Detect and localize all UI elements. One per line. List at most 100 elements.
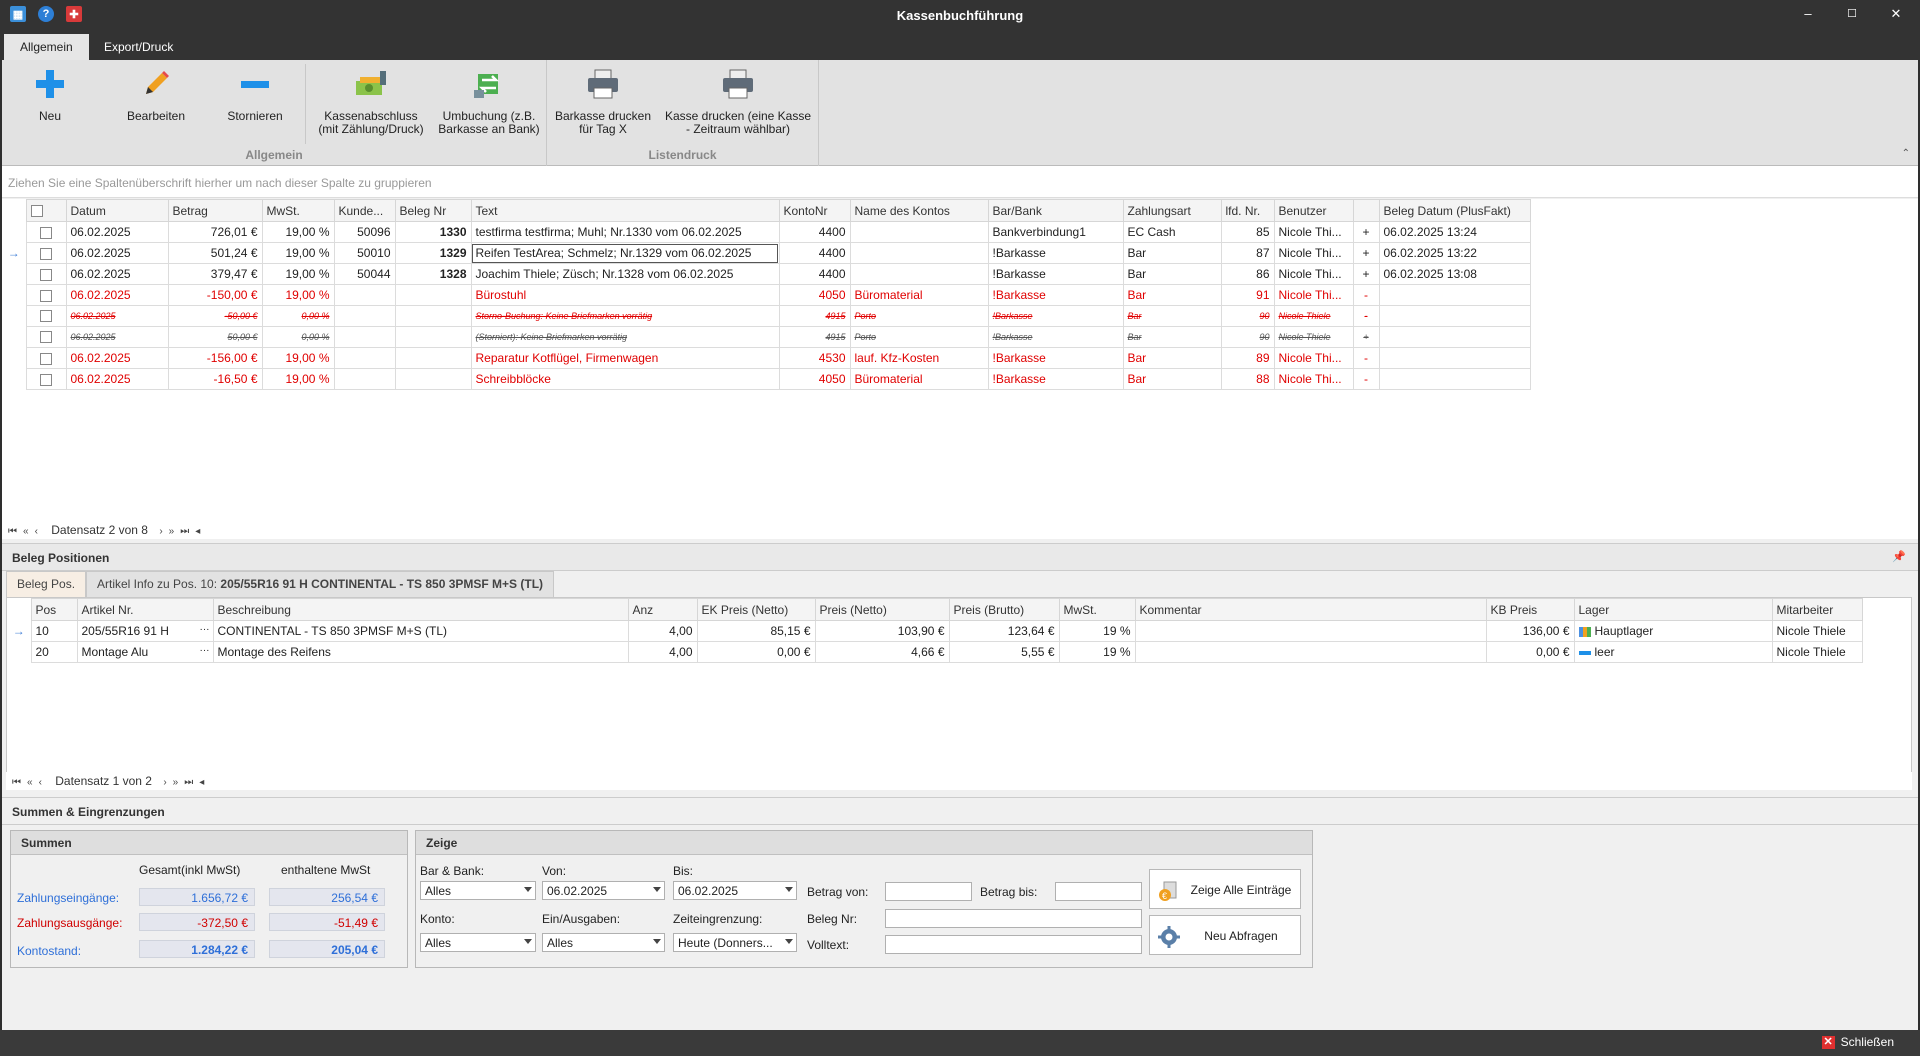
betrag-bis-input[interactable] — [1055, 882, 1142, 901]
table-cell[interactable]: Bar — [1122, 305, 1222, 327]
table-cell[interactable] — [394, 368, 472, 390]
volltext-input[interactable] — [885, 935, 1142, 954]
col-beschreibung[interactable]: Beschreibung — [212, 598, 629, 621]
table-cell[interactable]: EC Cash — [1122, 221, 1222, 243]
table-cell[interactable]: 85,15 € — [696, 620, 816, 642]
table-cell[interactable] — [394, 305, 472, 327]
table-cell[interactable] — [1378, 326, 1531, 348]
table-cell[interactable]: 88 — [1220, 368, 1275, 390]
neu-button[interactable]: Neu — [20, 66, 80, 123]
table-cell[interactable]: 4,00 — [627, 620, 698, 642]
table-cell[interactable]: 1330 — [394, 221, 472, 243]
neu-abfragen-button[interactable]: Neu Abfragen — [1149, 915, 1301, 955]
table-cell[interactable]: + — [1352, 263, 1380, 285]
col-kunde[interactable]: Kunde... — [333, 199, 396, 222]
ellipsis-button[interactable]: ··· — [200, 624, 210, 635]
table-cell[interactable]: 4050 — [778, 368, 851, 390]
table-cell[interactable]: 0,00 € — [696, 641, 816, 663]
tab-export-druck[interactable]: Export/Druck — [88, 34, 189, 60]
table-cell[interactable]: 0,00 % — [261, 305, 335, 327]
table-cell[interactable]: - — [1352, 347, 1380, 369]
table-cell[interactable]: 06.02.2025 13:22 — [1378, 242, 1531, 264]
table-cell[interactable]: 19,00 % — [261, 284, 335, 306]
table-cell[interactable]: 06.02.2025 — [65, 326, 169, 348]
col-beleg-nr[interactable]: Beleg Nr — [394, 199, 472, 222]
table-row[interactable]: 20 Montage Alu ··· Montage des Reifens 4,00 0… — [7, 641, 1863, 663]
table-cell[interactable]: 4400 — [778, 221, 851, 243]
table-cell[interactable]: Bankverbindung1 — [987, 221, 1124, 243]
umbuchung-button[interactable]: Umbuchung (z.B. Barkasse an Bank) — [434, 66, 544, 136]
table-cell[interactable]: 19 % — [1058, 641, 1136, 663]
row-checkbox[interactable] — [25, 221, 67, 243]
table-cell[interactable]: 205/55R16 91 H ··· — [76, 620, 214, 642]
col-benutzer[interactable]: Benutzer — [1273, 199, 1354, 222]
table-cell[interactable]: !Barkasse — [987, 347, 1124, 369]
table-cell[interactable]: Bar — [1122, 326, 1222, 348]
pos-nav-next-page-icon[interactable]: » — [173, 777, 179, 788]
table-cell[interactable]: Nicole Thiele — [1273, 326, 1354, 348]
table-cell[interactable] — [394, 347, 472, 369]
table-cell[interactable]: Porto — [849, 326, 989, 348]
maximize-button[interactable]: ☐ — [1844, 6, 1860, 22]
table-cell[interactable] — [1378, 305, 1531, 327]
table-cell[interactable] — [394, 326, 472, 348]
group-by-panel[interactable]: Ziehen Sie eine Spaltenüberschrift hierh… — [2, 166, 1918, 198]
table-cell[interactable] — [333, 326, 396, 348]
table-cell[interactable]: -16,50 € — [167, 368, 263, 390]
table-cell[interactable]: 19,00 % — [261, 368, 335, 390]
table-cell[interactable]: 87 — [1220, 242, 1275, 264]
table-cell[interactable]: 123,64 € — [948, 620, 1060, 642]
table-cell[interactable]: 103,90 € — [814, 620, 950, 642]
barkasse-drucken-button[interactable]: Barkasse drucken für Tag X — [551, 66, 655, 136]
table-cell[interactable]: -156,00 € — [167, 347, 263, 369]
col-pos-mwst[interactable]: MwSt. — [1058, 598, 1136, 621]
table-cell[interactable]: Nicole Thiele — [1771, 620, 1863, 642]
table-row[interactable]: 06.02.2025 379,47 €19,00 % 50044 1328 Joachi… — [2, 263, 1531, 285]
table-cell[interactable] — [1378, 284, 1531, 306]
table-cell[interactable] — [1134, 641, 1487, 663]
betrag-von-input[interactable] — [885, 882, 972, 901]
kassenabschluss-button[interactable]: Kassenabschluss (mit Zählung/Druck) — [312, 66, 430, 136]
pos-nav-scroll-left-icon[interactable]: ◂ — [199, 777, 204, 788]
pos-nav-prev-icon[interactable]: ‹ — [39, 777, 42, 788]
bearbeiten-button[interactable]: Bearbeiten — [118, 66, 194, 123]
table-cell[interactable]: Bar — [1122, 263, 1222, 285]
col-preis-netto[interactable]: Preis (Netto) — [814, 598, 950, 621]
table-cell[interactable]: Nicole Thi... — [1273, 263, 1354, 285]
konto-select[interactable]: Alles — [420, 933, 536, 952]
nav-prev-icon[interactable]: ‹ — [35, 526, 38, 537]
row-checkbox[interactable] — [25, 368, 67, 390]
table-cell[interactable]: 501,24 € — [167, 242, 263, 264]
table-cell[interactable]: 4400 — [778, 263, 851, 285]
table-cell[interactable]: !Barkasse — [987, 263, 1124, 285]
table-cell[interactable] — [849, 263, 989, 285]
table-row[interactable]: → 06.02.2025 501,24 €19,00 % 50010 1329 Reife… — [2, 242, 1531, 264]
von-date-select[interactable]: 06.02.2025 — [542, 881, 665, 900]
col-beleg-datum[interactable]: Beleg Datum (PlusFakt) — [1378, 199, 1531, 222]
pos-nav-first-icon[interactable]: ⏮ — [12, 777, 21, 788]
table-cell[interactable]: Nicole Thi... — [1273, 242, 1354, 264]
table-cell[interactable]: Montage Alu ··· — [76, 641, 214, 663]
nav-first-icon[interactable]: ⏮ — [8, 526, 17, 537]
table-cell[interactable]: - — [1352, 284, 1380, 306]
table-cell[interactable]: !Barkasse — [987, 368, 1124, 390]
table-cell[interactable]: 06.02.2025 — [65, 305, 169, 327]
pos-nav-last-icon[interactable]: ⏭ — [184, 777, 193, 788]
table-cell[interactable]: 20 — [30, 641, 78, 663]
row-checkbox[interactable] — [25, 242, 67, 264]
table-cell[interactable]: Storno-Buchung: Keine Briefmarken vorrät… — [470, 305, 780, 327]
table-cell[interactable]: + — [1352, 242, 1380, 264]
table-cell[interactable]: 19 % — [1058, 620, 1136, 642]
table-cell[interactable]: !Barkasse — [987, 242, 1124, 264]
table-cell[interactable]: 4,00 — [627, 641, 698, 663]
table-cell[interactable]: 136,00 € — [1485, 620, 1575, 642]
tab-beleg-pos[interactable]: Beleg Pos. — [6, 571, 87, 597]
beleg-nr-input[interactable] — [885, 909, 1142, 928]
table-cell[interactable]: Nicole Thi... — [1273, 284, 1354, 306]
table-cell[interactable]: - — [1352, 368, 1380, 390]
pin-icon[interactable]: 📌 — [1892, 550, 1906, 563]
table-cell[interactable]: Nicole Thiele — [1273, 305, 1354, 327]
table-cell[interactable] — [333, 284, 396, 306]
table-cell[interactable]: 50044 — [333, 263, 396, 285]
table-cell[interactable]: 10 — [30, 620, 78, 642]
